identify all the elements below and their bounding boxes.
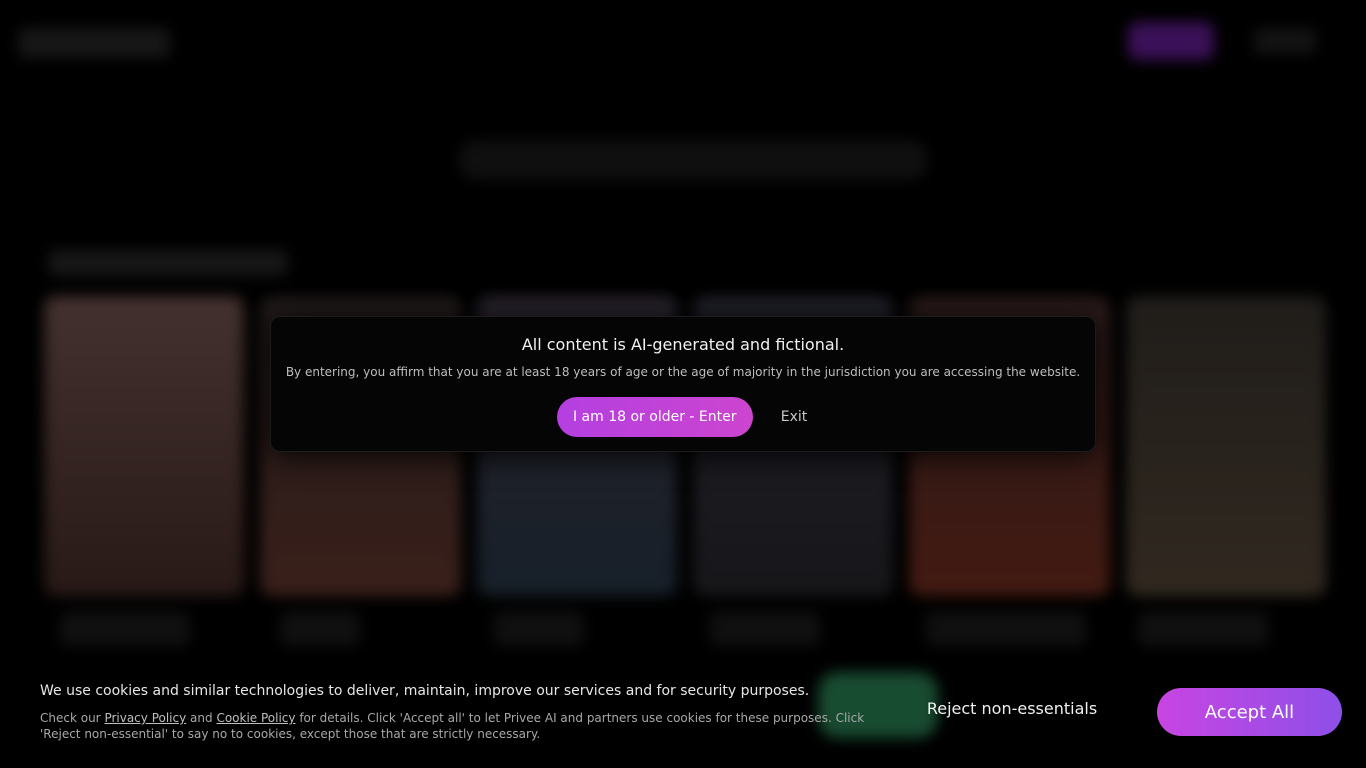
modal-actions: I am 18 or older - Enter Exit: [271, 397, 1095, 437]
modal-description: By entering, you affirm that you are at …: [285, 365, 1081, 379]
cookie-detail-prefix: Check our: [40, 711, 105, 725]
accept-all-button[interactable]: Accept All: [1157, 688, 1342, 736]
card-caption: [1138, 612, 1268, 646]
age-verification-modal: All content is AI-generated and fictiona…: [270, 316, 1096, 452]
cookie-message: We use cookies and similar technologies …: [40, 683, 810, 699]
header-primary-button: [1128, 22, 1214, 60]
cookie-detail: Check our Privacy Policy and Cookie Poli…: [40, 710, 890, 742]
card-caption: [710, 612, 820, 646]
section-heading: [48, 250, 288, 276]
character-card: [44, 296, 245, 596]
enter-button[interactable]: I am 18 or older - Enter: [556, 397, 753, 437]
site-logo: [18, 28, 170, 58]
search-bar: [458, 140, 928, 180]
card-caption: [60, 612, 190, 646]
character-card: [1125, 296, 1326, 596]
cookie-banner: We use cookies and similar technologies …: [0, 668, 1366, 768]
cookie-detail-and: and: [186, 711, 217, 725]
exit-button[interactable]: Exit: [779, 403, 810, 431]
header-login-button: [1254, 28, 1316, 54]
modal-title: All content is AI-generated and fictiona…: [521, 335, 845, 354]
card-caption: [494, 612, 584, 646]
privacy-policy-link[interactable]: Privacy Policy: [104, 711, 186, 725]
card-caption: [926, 612, 1086, 646]
reject-non-essentials-button[interactable]: Reject non-essentials: [914, 694, 1110, 722]
card-caption: [280, 612, 360, 646]
cookie-policy-link[interactable]: Cookie Policy: [216, 711, 295, 725]
